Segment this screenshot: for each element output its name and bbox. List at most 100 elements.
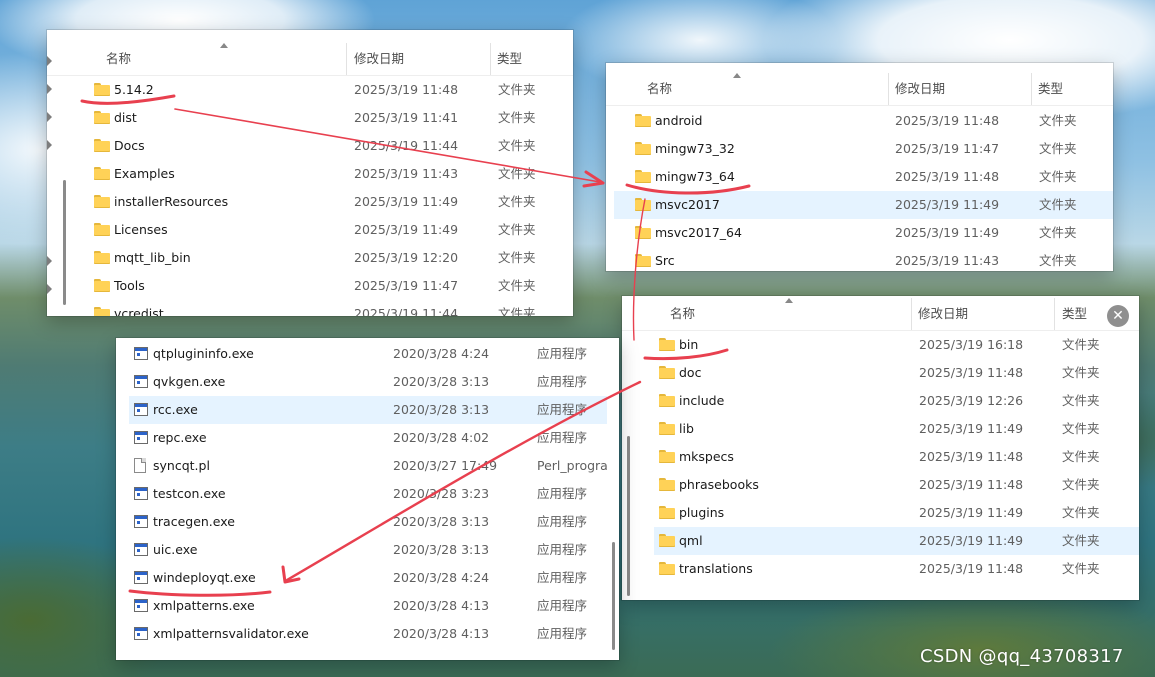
column-divider[interactable] xyxy=(490,43,491,75)
file-name: doc xyxy=(679,365,702,380)
folder-icon xyxy=(659,506,675,519)
column-divider[interactable] xyxy=(888,73,889,105)
file-name: repc.exe xyxy=(153,430,207,445)
file-row[interactable]: lib 2025/3/19 11:49 文件夹 xyxy=(654,415,1139,443)
column-header-type[interactable]: 类型 xyxy=(1038,73,1063,105)
file-row[interactable]: Tools 2025/3/19 11:47 文件夹 xyxy=(80,272,573,300)
file-type: 文件夹 xyxy=(1062,505,1100,520)
file-row[interactable]: msvc2017_64 2025/3/19 11:49 文件夹 xyxy=(614,219,1113,247)
column-divider[interactable] xyxy=(1031,73,1032,105)
exe-icon xyxy=(134,515,148,528)
file-type: 应用程序 xyxy=(537,402,588,417)
exe-icon xyxy=(134,347,148,360)
file-name: Examples xyxy=(114,166,175,181)
folder-icon xyxy=(635,226,651,239)
file-row[interactable]: Licenses 2025/3/19 11:49 文件夹 xyxy=(80,216,573,244)
file-type: 应用程序 xyxy=(537,626,588,641)
folder-icon xyxy=(94,139,110,152)
folder-icon xyxy=(94,83,110,96)
file-row[interactable]: mingw73_64 2025/3/19 11:48 文件夹 xyxy=(614,163,1113,191)
file-row[interactable]: rcc.exe 2020/3/28 3:13 应用程序 xyxy=(129,396,607,424)
folder-icon xyxy=(659,422,675,435)
explorer-window-bin: qtplugininfo.exe 2020/3/28 4:24 应用程序 qvkgen… xyxy=(116,338,619,660)
file-row[interactable]: uic.exe 2020/3/28 3:13 应用程序 xyxy=(129,536,607,564)
file-row[interactable]: mingw73_32 2025/3/19 11:47 文件夹 xyxy=(614,135,1113,163)
file-type: 文件夹 xyxy=(1062,421,1100,436)
file-row[interactable]: qtplugininfo.exe 2020/3/28 4:24 应用程序 xyxy=(129,340,607,368)
file-type: Perl_progra xyxy=(537,458,608,473)
file-name: dist xyxy=(114,110,137,125)
modified-date: 2025/3/19 11:49 xyxy=(919,533,1024,548)
file-name: rcc.exe xyxy=(153,402,198,417)
column-header-name[interactable]: 名称 xyxy=(647,73,672,105)
column-header-type[interactable]: 类型 xyxy=(497,43,522,75)
file-row[interactable]: installerResources 2025/3/19 11:49 文件夹 xyxy=(80,188,573,216)
csdn-watermark: CSDN @qq_43708317 xyxy=(920,646,1124,667)
file-row[interactable]: qml 2025/3/19 11:49 文件夹 xyxy=(654,527,1139,555)
exe-icon xyxy=(134,571,148,584)
file-name: installerResources xyxy=(114,194,229,209)
file-row[interactable]: vcredist 2025/3/19 11:44 文件夹 xyxy=(80,300,573,316)
file-type: 应用程序 xyxy=(537,374,588,389)
file-type: 文件夹 xyxy=(1039,169,1077,184)
file-row[interactable]: plugins 2025/3/19 11:49 文件夹 xyxy=(654,499,1139,527)
modified-date: 2020/3/28 4:24 xyxy=(393,570,490,585)
list-scrollbar[interactable] xyxy=(612,542,615,650)
exe-icon xyxy=(134,403,148,416)
file-name: mingw73_32 xyxy=(655,141,735,156)
file-row[interactable]: 5.14.2 2025/3/19 11:48 文件夹 xyxy=(80,76,573,104)
column-header-type[interactable]: 类型 xyxy=(1062,298,1087,330)
column-header-name[interactable]: 名称 xyxy=(670,298,695,330)
file-row[interactable]: repc.exe 2020/3/28 4:02 应用程序 xyxy=(129,424,607,452)
file-row[interactable]: include 2025/3/19 12:26 文件夹 xyxy=(654,387,1139,415)
file-name: Docs xyxy=(114,138,145,153)
column-header-date[interactable]: 修改日期 xyxy=(354,43,404,75)
file-row[interactable]: testcon.exe 2020/3/28 3:23 应用程序 xyxy=(129,480,607,508)
column-divider[interactable] xyxy=(346,43,347,75)
file-row[interactable]: dist 2025/3/19 11:41 文件夹 xyxy=(80,104,573,132)
file-row[interactable]: translations 2025/3/19 11:48 文件夹 xyxy=(654,555,1139,583)
quick-access-pin-icon xyxy=(47,112,52,122)
sort-up-icon xyxy=(733,73,741,78)
file-row[interactable]: bin 2025/3/19 16:18 文件夹 xyxy=(654,331,1139,359)
file-name: phrasebooks xyxy=(679,477,759,492)
file-type: 文件夹 xyxy=(1062,365,1100,380)
sort-up-icon xyxy=(220,43,228,48)
nav-scrollbar[interactable] xyxy=(627,436,630,596)
column-header-date[interactable]: 修改日期 xyxy=(918,298,968,330)
file-row[interactable]: phrasebooks 2025/3/19 11:48 文件夹 xyxy=(654,471,1139,499)
nav-scrollbar[interactable] xyxy=(63,180,66,305)
column-divider[interactable] xyxy=(911,298,912,330)
arrowhead xyxy=(582,170,605,188)
column-header-name[interactable]: 名称 xyxy=(106,43,131,75)
close-icon[interactable]: ✕ xyxy=(1107,305,1129,327)
file-row[interactable]: android 2025/3/19 11:48 文件夹 xyxy=(614,107,1113,135)
folder-icon xyxy=(94,251,110,264)
file-row[interactable]: syncqt.pl 2020/3/27 17:49 Perl_progra xyxy=(129,452,608,480)
file-row[interactable]: Examples 2025/3/19 11:43 文件夹 xyxy=(80,160,573,188)
column-divider[interactable] xyxy=(1054,298,1055,330)
file-name: vcredist xyxy=(114,306,164,316)
file-row[interactable]: xmlpatterns.exe 2020/3/28 4:13 应用程序 xyxy=(129,592,607,620)
file-name: msvc2017 xyxy=(655,197,720,212)
file-name: lib xyxy=(679,421,694,436)
file-row[interactable]: qvkgen.exe 2020/3/28 3:13 应用程序 xyxy=(129,368,607,396)
file-type: 文件夹 xyxy=(1062,477,1100,492)
file-name: mingw73_64 xyxy=(655,169,735,184)
modified-date: 2025/3/19 11:49 xyxy=(895,225,1000,240)
file-row[interactable]: xmlpatternsvalidator.exe 2020/3/28 4:13 应用… xyxy=(129,620,607,648)
modified-date: 2025/3/19 11:44 xyxy=(354,138,459,153)
modified-date: 2025/3/19 11:44 xyxy=(354,306,459,316)
file-row[interactable]: windeployqt.exe 2020/3/28 4:24 应用程序 xyxy=(129,564,607,592)
file-row[interactable]: mkspecs 2025/3/19 11:48 文件夹 xyxy=(654,443,1139,471)
file-type: 应用程序 xyxy=(537,514,588,529)
file-type: 文件夹 xyxy=(498,138,536,153)
file-row[interactable]: doc 2025/3/19 11:48 文件夹 xyxy=(654,359,1139,387)
file-row[interactable]: Docs 2025/3/19 11:44 文件夹 xyxy=(80,132,573,160)
file-row[interactable]: tracegen.exe 2020/3/28 3:13 应用程序 xyxy=(129,508,607,536)
file-row[interactable]: mqtt_lib_bin 2025/3/19 12:20 文件夹 xyxy=(80,244,573,272)
folder-icon xyxy=(659,338,675,351)
column-header-date[interactable]: 修改日期 xyxy=(895,73,945,105)
file-row[interactable]: msvc2017 2025/3/19 11:49 文件夹 xyxy=(614,191,1113,219)
file-row[interactable]: Src 2025/3/19 11:43 文件夹 xyxy=(614,247,1113,271)
